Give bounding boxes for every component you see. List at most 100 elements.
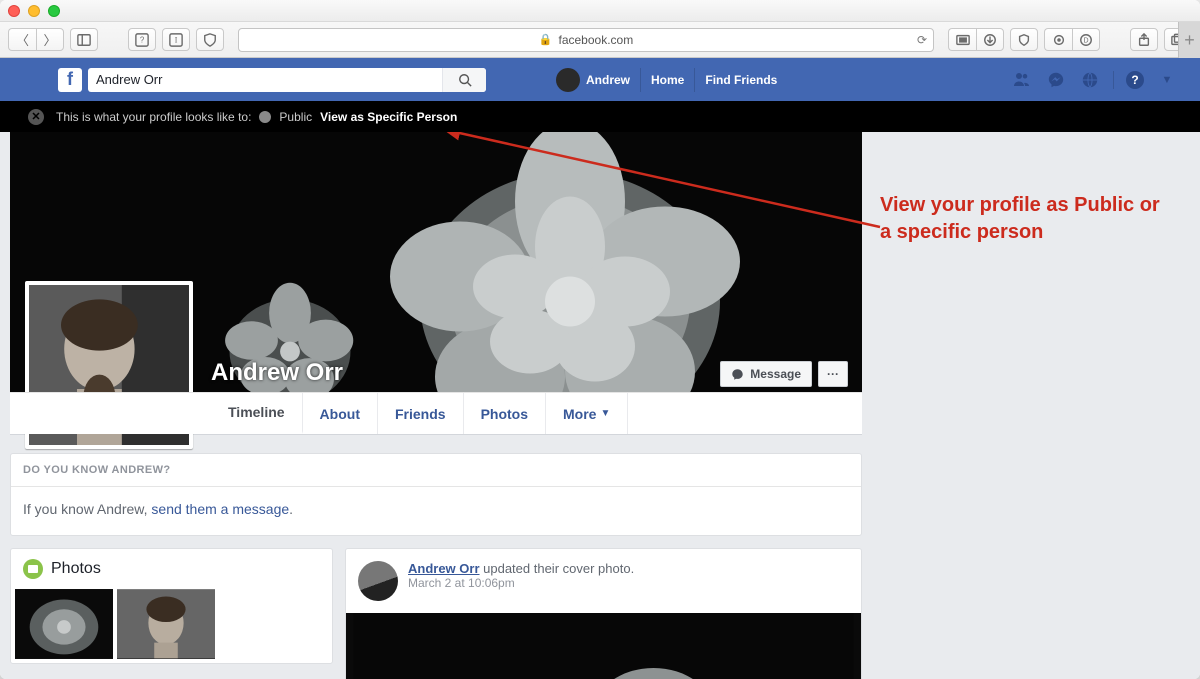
- privacy-icon: [1017, 33, 1031, 47]
- titlebar: [0, 0, 1200, 22]
- panel-icon: [956, 33, 970, 47]
- question-icon: ?: [135, 33, 149, 47]
- search-button[interactable]: [442, 68, 486, 92]
- ext-button-3[interactable]: [196, 28, 224, 51]
- post-art: [346, 613, 861, 679]
- circle-d-icon: D: [1079, 33, 1093, 47]
- svg-text:D: D: [1083, 37, 1088, 44]
- post-time: March 2 at 10:06pm: [408, 576, 634, 590]
- photo-thumb[interactable]: [15, 589, 113, 659]
- viewas-bar: ✕ This is what your profile looks like t…: [0, 101, 1200, 132]
- back-button[interactable]: 〈: [8, 28, 36, 51]
- message-button[interactable]: Message: [720, 361, 812, 387]
- ext-button-1[interactable]: ?: [128, 28, 156, 51]
- page-content: Andrew Orr Message ··· Timeline About Fr…: [0, 132, 1200, 679]
- svg-text:I: I: [175, 35, 178, 44]
- fb-nav: Andrew Home Find Friends: [546, 68, 787, 92]
- people-icon: [1012, 70, 1032, 90]
- fb-header-right: ? ▼: [1011, 69, 1192, 91]
- nav-profile-name: Andrew: [586, 73, 630, 87]
- zoom-window-button[interactable]: [48, 5, 60, 17]
- letter-i-icon: I: [169, 33, 183, 47]
- toolbar-button-e[interactable]: D: [1072, 28, 1100, 51]
- display-name: Andrew Orr: [211, 359, 343, 387]
- nav-profile-link[interactable]: Andrew: [546, 68, 640, 92]
- circle-o-icon: [1052, 33, 1066, 47]
- messenger-icon: [1047, 71, 1065, 89]
- know-heading: DO YOU KNOW ANDREW?: [11, 454, 861, 487]
- browser-toolbar: 〈 〉 ? I 🔒 facebook.com ⟳ D: [0, 22, 1200, 58]
- toolbar-button-c[interactable]: [1010, 28, 1038, 51]
- sidebar-icon: [77, 33, 91, 47]
- search-icon: [458, 73, 472, 87]
- tab-friends[interactable]: Friends: [378, 393, 464, 434]
- thumb-face: [117, 589, 215, 659]
- thumb-art: [15, 589, 113, 659]
- reload-button[interactable]: ⟳: [917, 33, 927, 47]
- photos-card: Photos: [10, 548, 333, 664]
- profile-tabs: Timeline About Friends Photos More▼: [10, 392, 862, 434]
- ext-button-2[interactable]: I: [162, 28, 190, 51]
- download-icon: [983, 33, 997, 47]
- toolbar-button-d[interactable]: [1044, 28, 1072, 51]
- tab-timeline[interactable]: Timeline: [211, 393, 303, 434]
- close-viewas-button[interactable]: ✕: [28, 109, 44, 125]
- view-as-specific-link[interactable]: View as Specific Person: [320, 110, 457, 124]
- know-body: If you know Andrew, send them a message.: [11, 487, 861, 535]
- url-bar[interactable]: 🔒 facebook.com ⟳: [238, 28, 934, 52]
- nav-home-link[interactable]: Home: [640, 68, 694, 92]
- share-icon: [1137, 33, 1151, 47]
- cover-actions: Message ···: [720, 361, 848, 387]
- photos-heading: Photos: [51, 560, 101, 578]
- toolbar-button-a[interactable]: [948, 28, 976, 51]
- tab-more[interactable]: More▼: [546, 393, 628, 434]
- post-card: Andrew Orr updated their cover photo. Ma…: [345, 548, 862, 679]
- tab-photos[interactable]: Photos: [464, 393, 546, 434]
- message-button-label: Message: [750, 367, 801, 381]
- post-avatar[interactable]: [358, 561, 398, 601]
- chevron-down-icon: ▼: [600, 408, 610, 419]
- cover-section: Andrew Orr Message ··· Timeline About Fr…: [10, 132, 862, 435]
- fb-logo[interactable]: f: [58, 68, 82, 92]
- fb-header: f Andrew Home Find Friends ? ▼: [0, 58, 1200, 101]
- globe-icon: [1081, 71, 1099, 89]
- window-controls: [8, 5, 60, 17]
- viewas-prefix: This is what your profile looks like to:: [56, 110, 251, 124]
- notifications-button[interactable]: [1079, 69, 1101, 91]
- minimize-window-button[interactable]: [28, 5, 40, 17]
- photos-icon: [23, 559, 43, 579]
- photo-thumb[interactable]: [117, 589, 215, 659]
- share-button[interactable]: [1130, 28, 1158, 51]
- separator: [1113, 71, 1114, 89]
- forward-button[interactable]: 〉: [36, 28, 64, 51]
- close-window-button[interactable]: [8, 5, 20, 17]
- sidebar-button[interactable]: [70, 28, 98, 51]
- annotation-text: View your profile as Public or a specifi…: [880, 192, 1170, 246]
- svg-text:?: ?: [140, 35, 145, 44]
- search-container: [88, 68, 486, 92]
- tab-about[interactable]: About: [303, 393, 378, 434]
- more-actions-button[interactable]: ···: [818, 361, 848, 387]
- post-author-link[interactable]: Andrew Orr: [408, 561, 480, 576]
- avatar-icon: [556, 68, 580, 92]
- url-host: facebook.com: [558, 33, 633, 47]
- toolbar-button-b[interactable]: [976, 28, 1004, 51]
- browser-window: 〈 〉 ? I 🔒 facebook.com ⟳ D: [0, 0, 1200, 679]
- do-you-know-card: DO YOU KNOW ANDREW? If you know Andrew, …: [10, 453, 862, 536]
- post-action: updated their cover photo.: [480, 561, 635, 576]
- friend-requests-button[interactable]: [1011, 69, 1033, 91]
- shield-icon: [203, 33, 217, 47]
- settings-dropdown[interactable]: ▼: [1156, 69, 1178, 91]
- nav-find-friends-link[interactable]: Find Friends: [694, 68, 787, 92]
- search-input[interactable]: [88, 72, 442, 87]
- help-button[interactable]: ?: [1126, 71, 1144, 89]
- post-image[interactable]: [346, 613, 861, 679]
- send-message-link[interactable]: send them a message: [151, 501, 289, 517]
- viewas-audience: Public: [279, 110, 312, 124]
- globe-icon: [259, 111, 271, 123]
- messages-button[interactable]: [1045, 69, 1067, 91]
- nav-buttons: 〈 〉: [8, 28, 64, 51]
- new-tab-button[interactable]: +: [1178, 22, 1200, 58]
- lock-icon: 🔒: [539, 33, 553, 46]
- messenger-icon: [731, 368, 744, 381]
